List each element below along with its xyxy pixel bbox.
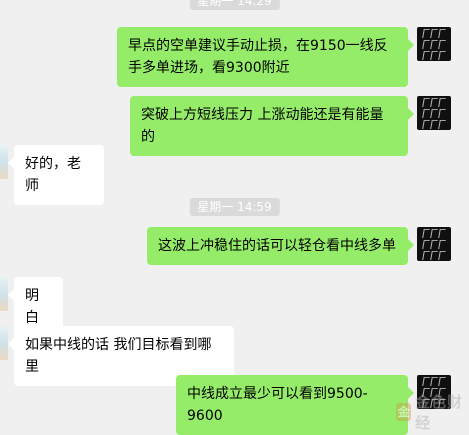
message-text: 明白: [25, 288, 39, 326]
message-text: 早点的空单建议手动止损，在9150一线反手多单进场，看9300附近: [128, 38, 388, 76]
message-text: 好的，老师: [25, 156, 81, 194]
watermark-logo-icon: 金: [396, 403, 412, 421]
message-text: 突破上方短线压力 上涨动能还是有能量的: [141, 107, 384, 145]
self-avatar[interactable]: [417, 27, 451, 61]
self-avatar[interactable]: [417, 227, 451, 261]
message-bubble-self[interactable]: 早点的空单建议手动止损，在9150一线反手多单进场，看9300附近: [117, 27, 414, 87]
timestamp: 星期一 14:29: [189, 0, 280, 10]
calligraphy-avatar-icon: [420, 28, 448, 60]
contact-avatar[interactable]: [0, 145, 8, 179]
message-bubble-self[interactable]: 中线成立最少可以看到9500-9600: [176, 375, 414, 435]
message-bubble-other[interactable]: 好的，老师: [8, 145, 104, 205]
calligraphy-avatar-icon: [420, 228, 448, 260]
message-text: 中线成立最少可以看到9500-9600: [187, 386, 368, 424]
contact-avatar[interactable]: [0, 277, 8, 311]
calligraphy-avatar-icon: [420, 97, 448, 129]
message-bubble-self[interactable]: 这波上冲稳住的话可以轻仓看中线多单: [147, 227, 414, 265]
self-avatar[interactable]: [417, 96, 451, 130]
watermark: 金 金色财经: [396, 391, 469, 433]
message-bubble-self[interactable]: 突破上方短线压力 上涨动能还是有能量的: [130, 96, 414, 156]
watermark-text: 金色财经: [415, 393, 464, 432]
timestamp: 星期一 14:59: [189, 198, 280, 216]
message-text: 如果中线的话 我们目标看到哪里: [25, 337, 212, 375]
contact-avatar[interactable]: [0, 326, 8, 360]
message-text: 这波上冲稳住的话可以轻仓看中线多单: [158, 238, 396, 254]
